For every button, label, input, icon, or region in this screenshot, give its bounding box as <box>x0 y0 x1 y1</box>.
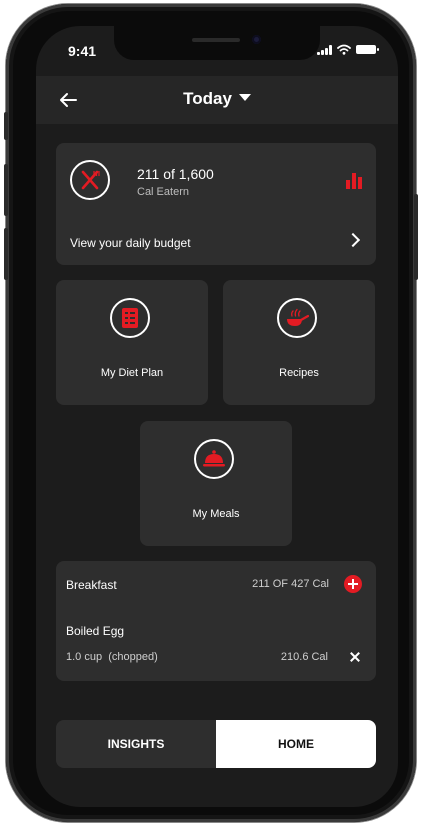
power-button <box>414 194 418 280</box>
tab-insights[interactable]: INSIGHTS <box>56 720 216 768</box>
recipes-label: Recipes <box>279 367 319 379</box>
caret-down-icon <box>238 94 251 102</box>
page-title: Today <box>183 89 232 108</box>
bar-chart-icon[interactable] <box>346 173 362 189</box>
calories-consumed: 211 of 1,600 <box>137 166 214 182</box>
volume-up-button <box>4 164 8 216</box>
meal-title: Breakfast <box>66 578 117 592</box>
speaker <box>192 38 240 42</box>
diet-plan-label: My Diet Plan <box>100 367 164 379</box>
diet-plan-icon <box>110 298 150 338</box>
my-meals-label: My Meals <box>192 508 240 520</box>
recipes-tile[interactable]: Recipes <box>223 280 375 405</box>
app-header: Today <box>36 76 398 124</box>
bottom-tab-bar: INSIGHTS HOME <box>56 720 376 768</box>
calories-subtitle: Cal Eatern <box>137 186 189 198</box>
frying-pan-icon <box>277 298 317 338</box>
wifi-icon <box>337 44 351 55</box>
calorie-budget-card: 211 of 1,600 Cal Eatern View your daily … <box>56 143 376 265</box>
daily-budget-link[interactable]: View your daily budget <box>70 236 191 250</box>
app-screen: 9:41 Today 211 of 1,600 Cal Eatern View … <box>36 26 398 807</box>
food-item-calories: 210.6 Cal <box>280 651 328 663</box>
status-time: 9:41 <box>68 43 97 59</box>
remove-food-icon[interactable] <box>348 650 362 664</box>
food-item-quantity: 1.0 cup (chopped) <box>66 651 158 663</box>
breakfast-card: Breakfast 211 OF 427 Cal Boiled Egg 1.0 … <box>56 561 376 681</box>
fork-knife-icon <box>70 160 110 200</box>
date-selector[interactable]: Today <box>36 89 398 109</box>
volume-down-button <box>4 228 8 280</box>
meal-calories: 211 OF 427 Cal <box>252 578 329 590</box>
tab-home[interactable]: HOME <box>216 720 376 768</box>
diet-plan-tile[interactable]: My Diet Plan <box>56 280 208 405</box>
camera <box>252 35 261 44</box>
chevron-right-icon[interactable] <box>345 232 361 248</box>
signal-icon <box>317 44 332 55</box>
mute-switch <box>4 112 8 140</box>
phone-frame: 9:41 Today 211 of 1,600 Cal Eatern View … <box>4 4 418 822</box>
food-item-name: Boiled Egg <box>66 624 125 638</box>
my-meals-tile[interactable]: My Meals <box>140 421 292 546</box>
notch <box>114 26 320 60</box>
battery-icon <box>356 45 379 54</box>
add-food-icon[interactable] <box>344 575 362 593</box>
cloche-icon <box>194 439 234 479</box>
status-icons <box>317 44 379 55</box>
